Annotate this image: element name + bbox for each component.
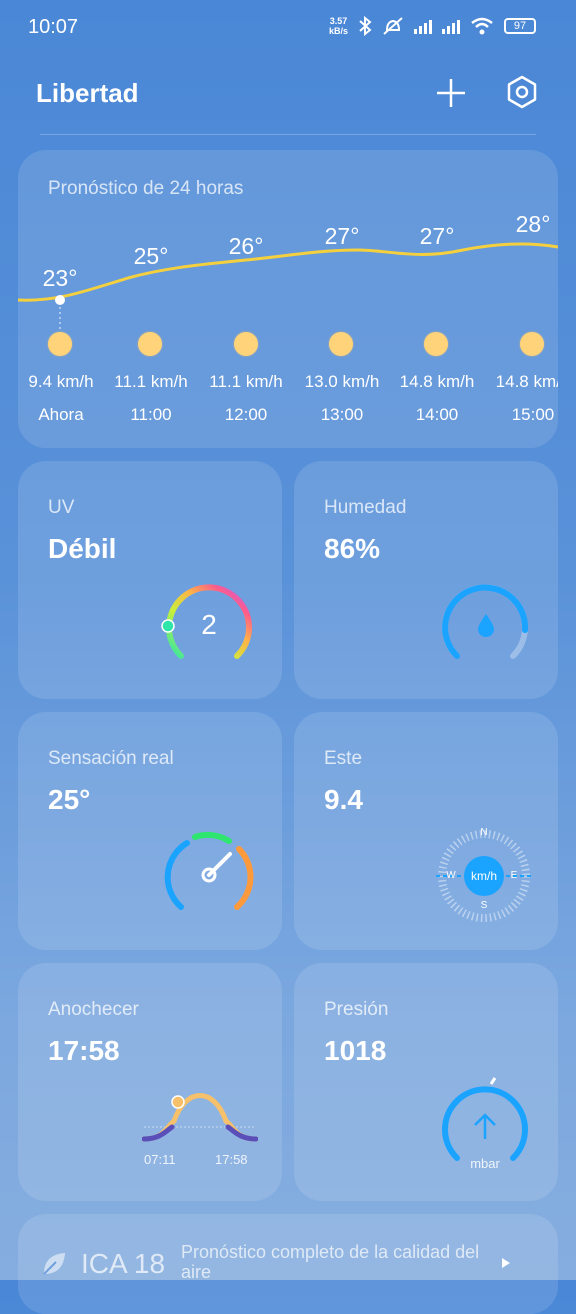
compass-west: W: [446, 870, 456, 881]
wifi-icon: [471, 17, 493, 35]
net-speed-value: 3.57: [329, 16, 348, 26]
sunny-icon: [329, 332, 353, 356]
leaf-icon: [43, 1253, 65, 1275]
arrow-up-icon: [474, 1113, 496, 1139]
sunset-title: Anochecer: [48, 999, 139, 1020]
wind-card[interactable]: Este 9.4 N S W E km/h: [294, 712, 558, 950]
net-speed-unit: kB/s: [328, 26, 348, 36]
wind-speed-value: 9.4: [324, 784, 363, 815]
sunny-icon: [48, 332, 72, 356]
sunny-icon: [234, 332, 258, 356]
status-icons: 3.57 kB/s 97: [329, 16, 536, 36]
header: Libertad: [0, 66, 576, 126]
sunny-icon: [520, 332, 544, 356]
city-name[interactable]: Libertad: [36, 78, 139, 109]
signal-icon-1: [414, 18, 432, 34]
water-drop-icon: [478, 614, 494, 637]
humidity-card[interactable]: Humedad 86%: [294, 461, 558, 699]
wind-unit: km/h: [470, 869, 497, 883]
sunny-icon: [138, 332, 162, 356]
feels-like-title: Sensación real: [48, 748, 174, 769]
feels-like-card[interactable]: Sensación real 25°: [18, 712, 282, 950]
uv-card[interactable]: UV Débil 2: [18, 461, 282, 699]
forecast-temp: 23°: [42, 265, 78, 291]
battery-icon: 97: [504, 18, 536, 34]
compass-south: S: [480, 900, 488, 911]
humidity-title: Humedad: [324, 497, 407, 518]
sunset-time: 17:58: [215, 1152, 248, 1167]
forecast-wind: 14.8 km/h: [495, 372, 558, 391]
sun-path-chart: [142, 1093, 258, 1142]
pressure-title: Presión: [324, 999, 389, 1020]
chevron-right-icon[interactable]: [500, 1257, 512, 1269]
forecast-time: 15:00: [511, 405, 555, 424]
aqi-card[interactable]: ICA 18 Pronóstico completo de la calidad…: [18, 1214, 558, 1314]
feels-like-gauge: [164, 831, 254, 910]
forecast-temp: 26°: [228, 233, 264, 259]
humidity-value: 86%: [324, 533, 381, 564]
status-time: 10:07: [28, 16, 79, 38]
aqi-description: Pronóstico completo de la calidad del ai…: [181, 1242, 480, 1282]
forecast-temp: 27°: [419, 223, 455, 249]
wind-direction-title: Este: [324, 748, 363, 769]
aqi-label: ICA 18: [81, 1248, 166, 1279]
signal-icon-2: [442, 18, 460, 34]
net-speed: 3.57 kB/s: [329, 16, 348, 36]
status-bar: 10:07 3.57 kB/s 97: [0, 0, 576, 56]
feels-like-value: 25°: [48, 784, 91, 815]
forecast-temp: 28°: [515, 211, 551, 237]
add-city-button[interactable]: [434, 76, 468, 110]
forecast-temp: 25°: [133, 243, 169, 269]
uv-index: 2: [201, 609, 217, 640]
sunset-value: 17:58: [48, 1035, 120, 1066]
sunset-card[interactable]: Anochecer 17:58 07:11 17:58: [18, 963, 282, 1201]
header-divider: [40, 134, 536, 135]
sunrise-time: 07:11: [144, 1152, 176, 1167]
bluetooth-icon: [359, 16, 372, 36]
temperature-curve: [18, 242, 558, 332]
uv-title: UV: [48, 497, 75, 518]
uv-value: Débil: [48, 533, 117, 564]
settings-gear-icon[interactable]: [504, 74, 540, 110]
pressure-unit: mbar: [470, 1156, 500, 1171]
sunny-icon: [424, 332, 448, 356]
forecast-temp: 27°: [324, 223, 360, 249]
pressure-value: 1018: [324, 1035, 387, 1066]
compass-north: N: [480, 827, 488, 838]
forecast-card[interactable]: Pronóstico de 24 horas 23° 9.4 km/h Ahor…: [18, 150, 558, 448]
compass-east: E: [510, 870, 518, 881]
pressure-card[interactable]: Presión 1018 mbar: [294, 963, 558, 1201]
mute-vibrate-icon: [383, 17, 403, 35]
